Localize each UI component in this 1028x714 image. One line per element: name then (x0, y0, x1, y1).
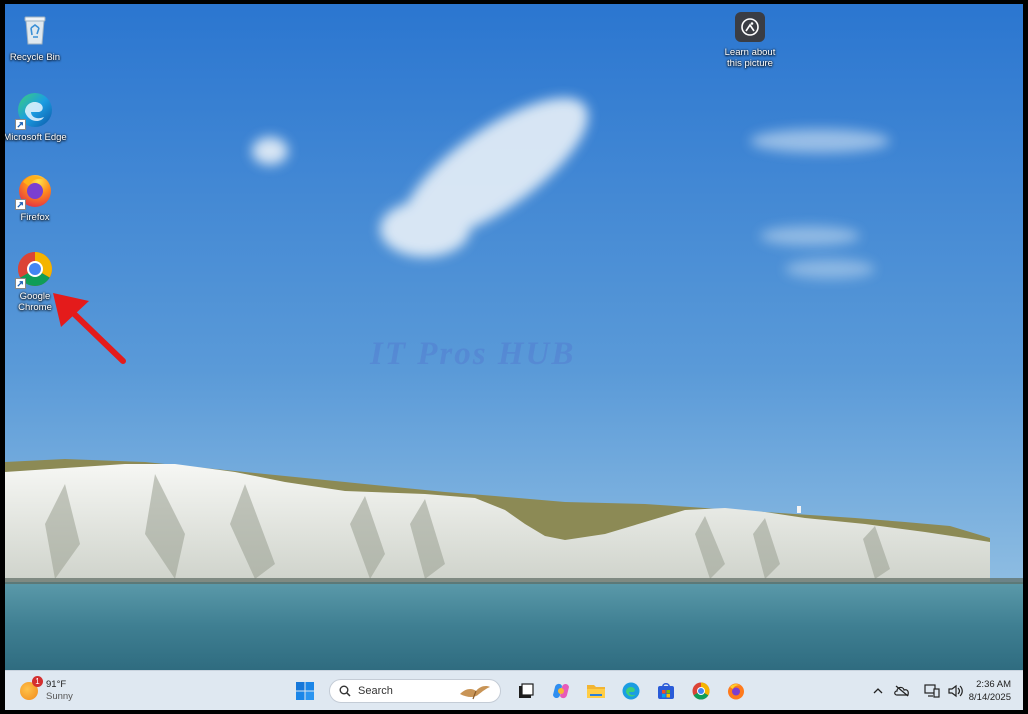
firefox-icon (728, 683, 744, 700)
search-icon (339, 685, 351, 697)
network-button[interactable] (921, 680, 943, 702)
chrome-taskbar-button[interactable] (686, 676, 716, 706)
onedrive-icon (894, 685, 909, 697)
show-hidden-icons-button[interactable] (867, 680, 889, 702)
notification-badge: 1 (32, 676, 43, 687)
copilot-icon (553, 683, 569, 699)
weather-condition: Sunny (46, 691, 73, 702)
recycle-bin-icon (15, 10, 55, 50)
volume-button[interactable] (945, 680, 967, 702)
edge-taskbar-button[interactable] (616, 676, 646, 706)
chrome-icon (692, 682, 710, 700)
clock[interactable]: 2:36 AM 8/14/2025 (969, 678, 1011, 704)
learn-about-picture[interactable]: Learn about this picture (717, 12, 783, 69)
clock-time: 2:36 AM (976, 679, 1011, 690)
sun-icon: 1 (20, 676, 43, 700)
edge-icon (15, 90, 55, 130)
search-label: Search (358, 685, 393, 697)
weather-widget[interactable]: 1 91°F Sunny (20, 676, 73, 706)
chevron-up-icon (873, 688, 883, 694)
firefox-icon (15, 170, 55, 210)
task-view-icon (519, 683, 534, 698)
search-highlight-bird-icon (460, 686, 490, 700)
start-icon (296, 682, 314, 700)
system-tray (867, 676, 969, 706)
desktop-icon-label: Microsoft Edge (5, 132, 67, 143)
chrome-icon (15, 249, 55, 289)
weather-temperature: 91°F (46, 679, 67, 690)
shortcut-arrow-icon (15, 278, 26, 289)
copilot-button[interactable] (546, 676, 576, 706)
search-box[interactable]: Search (329, 679, 501, 703)
volume-icon (948, 684, 963, 698)
shortcut-arrow-icon (15, 119, 26, 130)
firefox-taskbar-button[interactable] (721, 676, 751, 706)
red-arrow-annotation (53, 293, 126, 364)
edge-icon (622, 682, 640, 700)
shortcut-arrow-icon (15, 199, 26, 210)
desktop-icon-label: Firefox (20, 212, 50, 223)
desktop-icon-firefox[interactable]: Firefox (5, 170, 67, 223)
learn-about-label: Learn about this picture (724, 47, 776, 69)
desktop-icon-label: Recycle Bin (9, 52, 61, 63)
file-explorer-button[interactable] (581, 676, 611, 706)
desktop-icon-recycle-bin[interactable]: Recycle Bin (5, 10, 67, 63)
watermark-text: IT Pros HUB (370, 336, 576, 372)
store-icon (658, 683, 674, 699)
store-button[interactable] (651, 676, 681, 706)
desktop-screen: IT Pros HUB Recycle Bin Microsoft Edge F… (5, 4, 1023, 710)
network-icon (924, 684, 940, 698)
onedrive-button[interactable] (891, 680, 913, 702)
camera-info-icon (735, 12, 765, 42)
file-explorer-icon (587, 685, 605, 698)
task-view-button[interactable] (511, 676, 541, 706)
start-button[interactable] (290, 676, 320, 706)
taskbar-center: Search (290, 676, 756, 706)
desktop-icon-edge[interactable]: Microsoft Edge (5, 90, 67, 143)
taskbar: 1 91°F Sunny Search 2:36 AM 8/14/2025 (5, 670, 1023, 710)
clock-date: 8/14/2025 (968, 692, 1011, 703)
